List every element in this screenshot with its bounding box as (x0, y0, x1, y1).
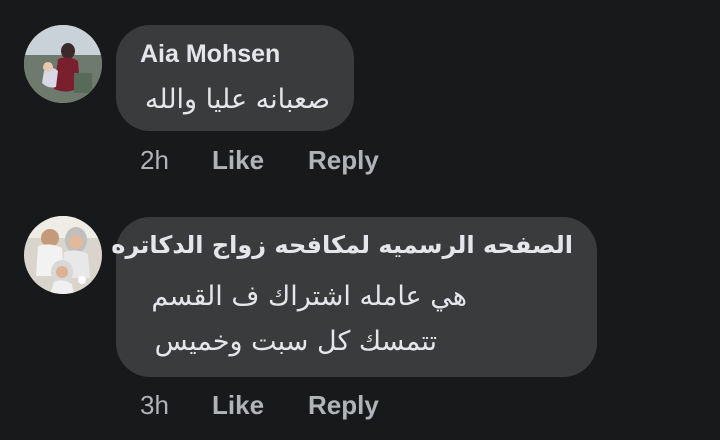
avatar-photo-icon (24, 216, 102, 294)
comment-text-line: هي عامله اشتراك ف القسم (151, 281, 467, 312)
comment-bubble: الصفحه الرسميه لمكافحه زواج الدكاتره هي … (111, 217, 597, 377)
comment-timestamp[interactable]: 2h (140, 145, 212, 176)
reply-button[interactable]: Reply (308, 390, 379, 421)
like-button[interactable]: Like (212, 145, 308, 176)
comment-author[interactable]: الصفحه الرسميه لمكافحه زواج الدكاتره (111, 231, 573, 259)
reply-button[interactable]: Reply (308, 145, 379, 176)
comment-actions: 2h Like Reply (140, 143, 379, 177)
avatar-photo-icon (24, 25, 102, 103)
comment-timestamp[interactable]: 3h (140, 390, 212, 421)
comment-text-line: تتمسك كل سبت وخميس (154, 326, 437, 357)
comment-author[interactable]: Aia Mohsen (140, 40, 280, 69)
comment-actions: 3h Like Reply (140, 388, 379, 422)
comment-bubble: Aia Mohsen صعبانه عليا والله (116, 25, 354, 131)
avatar[interactable] (24, 25, 102, 103)
like-button[interactable]: Like (212, 390, 308, 421)
comment-text: صعبانه عليا والله (144, 84, 330, 115)
avatar[interactable] (24, 216, 102, 294)
